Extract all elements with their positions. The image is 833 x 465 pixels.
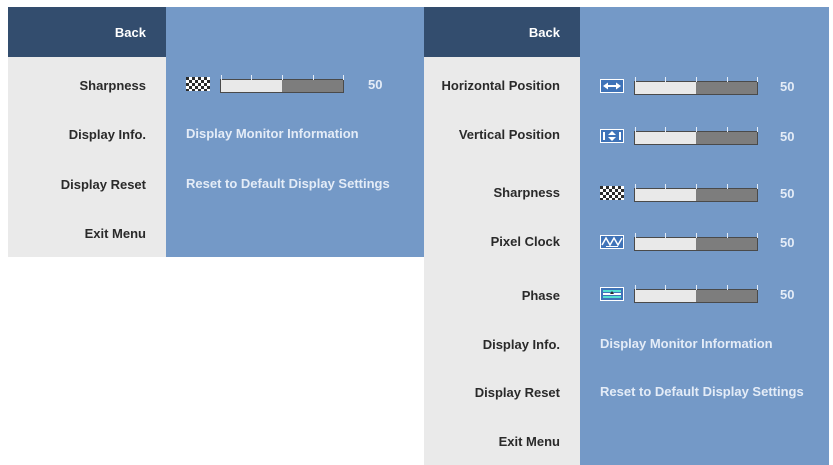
pixel-clock-slider[interactable]: 50 bbox=[600, 233, 825, 253]
slider-fill bbox=[635, 238, 696, 250]
slider-track[interactable] bbox=[220, 75, 344, 93]
slider-track[interactable] bbox=[634, 127, 758, 145]
phase-slider[interactable]: 50 bbox=[600, 285, 825, 305]
osd-menu-basic: Back Sharpness 50 Display Info. Display … bbox=[8, 7, 424, 257]
vertical-position-slider[interactable]: 50 bbox=[600, 127, 825, 147]
menu-item-display-info[interactable]: Display Info. bbox=[424, 329, 580, 359]
menu-item-display-info[interactable]: Display Info. bbox=[8, 119, 166, 149]
sharpness-icon bbox=[186, 77, 210, 91]
menu-item-exit[interactable]: Exit Menu bbox=[424, 426, 580, 456]
sharpness-slider[interactable]: 50 bbox=[600, 184, 825, 204]
vertical-position-icon bbox=[600, 129, 624, 143]
menu-item-sharpness[interactable]: Sharpness bbox=[424, 177, 580, 207]
menu-item-phase[interactable]: Phase bbox=[424, 280, 580, 310]
menu-item-horizontal-position[interactable]: Horizontal Position bbox=[424, 70, 580, 100]
slider-fill bbox=[635, 290, 696, 302]
pixel-clock-icon bbox=[600, 235, 624, 249]
slider-track[interactable] bbox=[634, 184, 758, 202]
slider-fill bbox=[635, 132, 696, 144]
back-button[interactable]: Back bbox=[8, 7, 166, 57]
slider-value: 50 bbox=[780, 79, 795, 94]
slider-value: 50 bbox=[780, 287, 795, 302]
menu-item-display-reset[interactable]: Display Reset bbox=[8, 169, 166, 199]
sharpness-slider[interactable]: 50 bbox=[186, 75, 406, 95]
slider-value: 50 bbox=[780, 186, 795, 201]
osd-menu-analog: Back Horizontal Position 50 Vertical Pos… bbox=[424, 7, 829, 465]
display-info-text: Display Monitor Information bbox=[186, 126, 359, 141]
slider-value: 50 bbox=[780, 129, 795, 144]
menu-item-pixel-clock[interactable]: Pixel Clock bbox=[424, 226, 580, 256]
slider-fill bbox=[635, 82, 696, 94]
display-reset-text: Reset to Default Display Settings bbox=[186, 176, 390, 191]
back-button[interactable]: Back bbox=[424, 7, 580, 57]
menu-item-sharpness[interactable]: Sharpness bbox=[8, 70, 166, 100]
slider-track[interactable] bbox=[634, 233, 758, 251]
horizontal-position-icon bbox=[600, 79, 624, 93]
display-info-text: Display Monitor Information bbox=[600, 336, 773, 351]
menu-item-exit[interactable]: Exit Menu bbox=[8, 218, 166, 248]
slider-fill bbox=[635, 189, 696, 201]
slider-track[interactable] bbox=[634, 77, 758, 95]
slider-track[interactable] bbox=[634, 285, 758, 303]
horizontal-position-slider[interactable]: 50 bbox=[600, 77, 825, 97]
slider-value: 50 bbox=[780, 235, 795, 250]
slider-fill bbox=[221, 80, 282, 92]
phase-icon bbox=[600, 287, 624, 301]
menu-item-vertical-position[interactable]: Vertical Position bbox=[424, 119, 580, 149]
display-reset-text: Reset to Default Display Settings bbox=[600, 384, 804, 399]
sharpness-icon bbox=[600, 186, 624, 200]
slider-value: 50 bbox=[368, 77, 383, 92]
menu-item-display-reset[interactable]: Display Reset bbox=[424, 377, 580, 407]
